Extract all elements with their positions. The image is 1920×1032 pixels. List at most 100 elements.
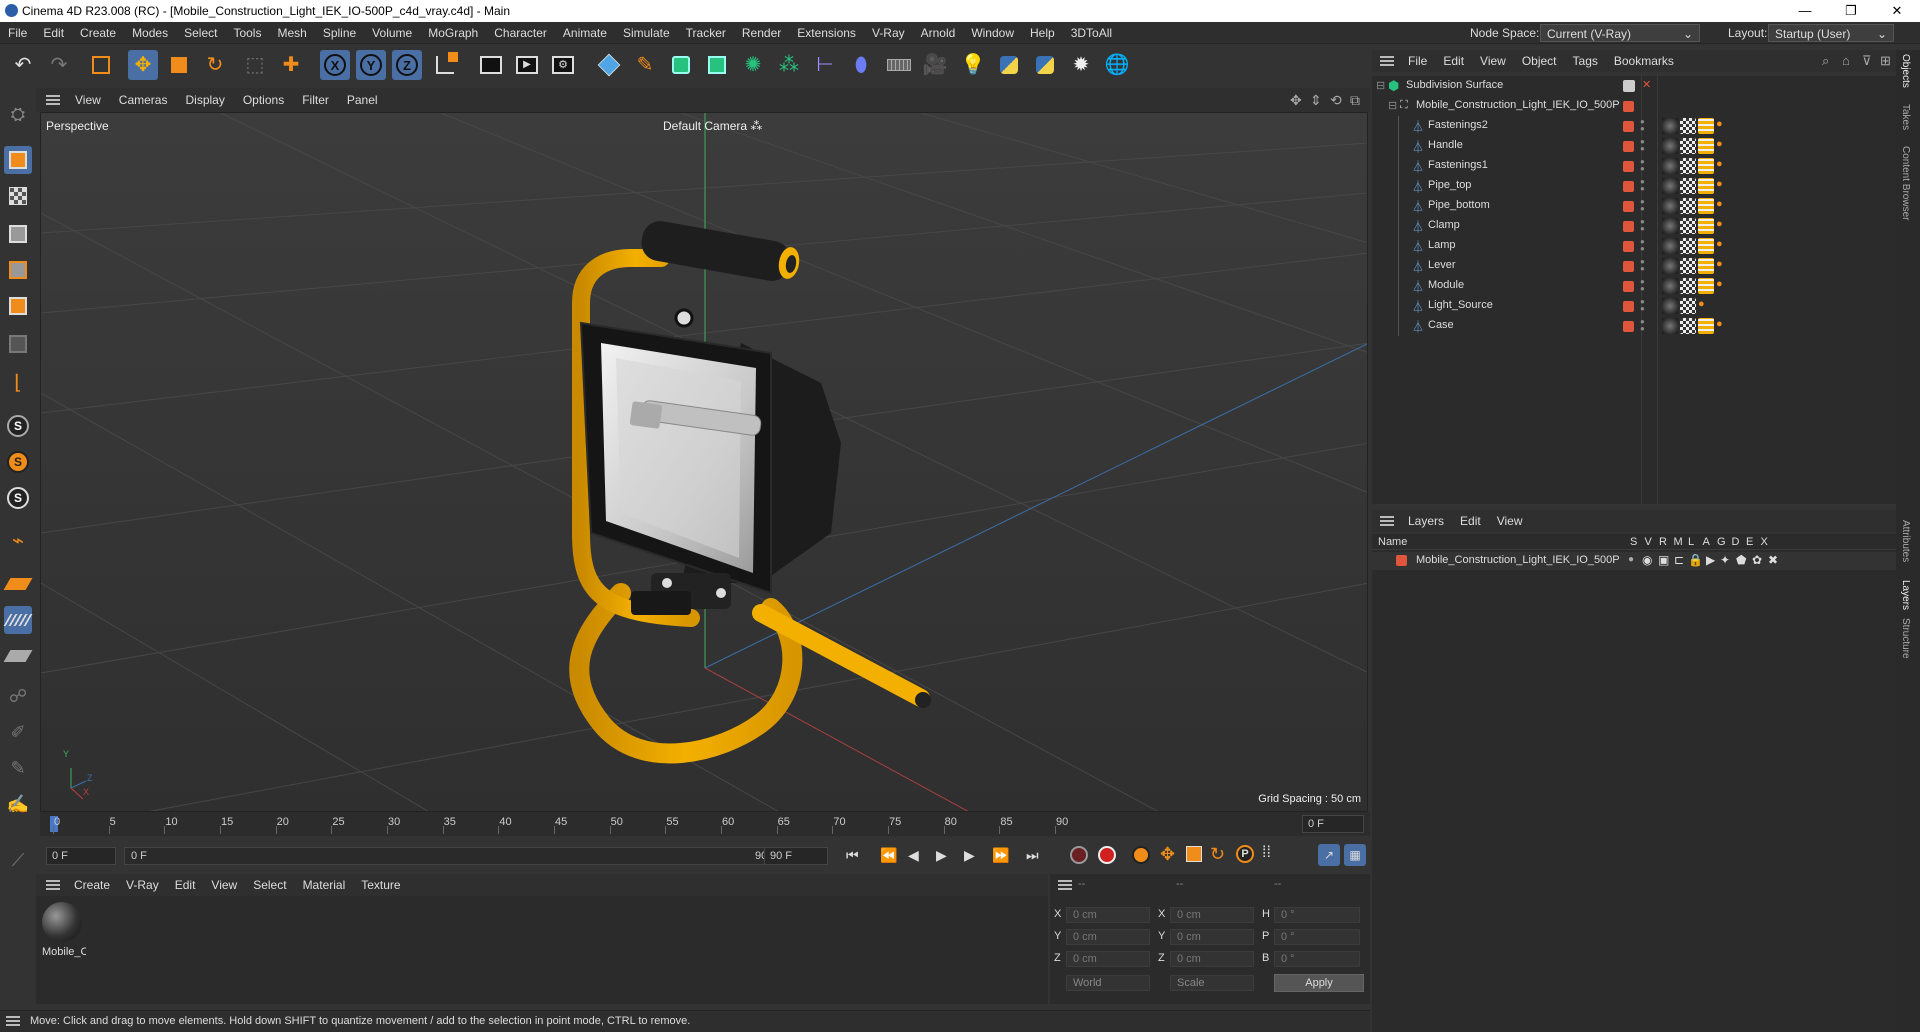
next-frame-icon[interactable]: ▶ xyxy=(964,847,975,864)
menu-character[interactable]: Character xyxy=(486,22,555,44)
paint-brush-icon[interactable]: ✐ xyxy=(4,718,32,746)
tab-layers[interactable]: Layers xyxy=(1900,580,1911,610)
size-y-field[interactable]: 0 cm xyxy=(1170,929,1254,945)
scale-tool-icon[interactable] xyxy=(164,50,194,80)
undo-icon[interactable]: ↶ xyxy=(8,50,38,80)
redo-icon[interactable]: ↷ xyxy=(44,50,74,80)
deformer-icon[interactable]: ⊢ xyxy=(810,50,840,80)
visibility-dots-icon[interactable]: ● ● xyxy=(1640,218,1645,233)
model-mode-icon[interactable] xyxy=(4,146,32,174)
menu-modes[interactable]: Modes xyxy=(124,22,176,44)
material-tag-icon[interactable] xyxy=(1662,258,1678,274)
uvw-tag-icon[interactable] xyxy=(1698,198,1714,214)
rotate-tool-icon[interactable]: ↻ xyxy=(200,50,230,80)
material-menu-vray[interactable]: V-Ray xyxy=(118,874,167,896)
viewport-menu-options[interactable]: Options xyxy=(234,88,293,112)
tree-row-child[interactable]: ⏃ Lamp ● ● ● xyxy=(1372,236,1896,256)
tree-row-child[interactable]: ⏃ Lever ● ● ● xyxy=(1372,256,1896,276)
snap-icon[interactable]: S xyxy=(4,412,32,440)
animation-icon[interactable]: ▶ xyxy=(1706,553,1715,567)
solo-icon[interactable]: ● xyxy=(1628,554,1634,565)
material-menu-view[interactable]: View xyxy=(203,874,245,896)
layer-flag-header[interactable]: G xyxy=(1717,536,1726,548)
cube-object-icon[interactable] xyxy=(594,50,624,80)
key-scale-icon[interactable] xyxy=(1186,846,1202,862)
material-menu-edit[interactable]: Edit xyxy=(167,874,204,896)
layout-dropdown[interactable]: Startup (User) ⌄ xyxy=(1768,24,1894,42)
pen-spline-icon[interactable]: ✎ xyxy=(630,50,660,80)
timeline-window-icon[interactable]: ▦ xyxy=(1344,844,1366,866)
material-tag-icon[interactable] xyxy=(1662,118,1678,134)
close-button[interactable]: ✕ xyxy=(1874,0,1920,22)
texture-tag-icon[interactable] xyxy=(1680,278,1696,294)
objects-hamburger-icon[interactable] xyxy=(1380,56,1394,66)
filter-icon[interactable]: ⊽ xyxy=(1862,53,1872,69)
layer-color-swatch[interactable] xyxy=(1623,241,1634,252)
xref-icon[interactable]: ✖ xyxy=(1768,553,1778,567)
menu-vray[interactable]: V-Ray xyxy=(864,22,913,44)
field-icon[interactable]: ⬮ xyxy=(846,50,876,80)
menu-edit[interactable]: Edit xyxy=(35,22,72,44)
tree-row-child[interactable]: ⏃ Case ● ● ● xyxy=(1372,316,1896,336)
layer-color-swatch[interactable] xyxy=(1623,221,1634,232)
end-frame-field[interactable]: 90 F xyxy=(764,847,828,865)
visibility-dots-icon[interactable]: ● ● xyxy=(1640,318,1645,333)
menu-window[interactable]: Window xyxy=(963,22,1022,44)
next-key-icon[interactable]: ⏩ xyxy=(992,847,1009,864)
minimize-button[interactable]: — xyxy=(1782,0,1828,22)
layer-color-swatch[interactable] xyxy=(1623,121,1634,132)
material-tag-icon[interactable] xyxy=(1662,298,1678,314)
material-tag-icon[interactable] xyxy=(1662,218,1678,234)
layer-color-swatch[interactable] xyxy=(1623,321,1634,332)
objects-menu-tags[interactable]: Tags xyxy=(1565,50,1606,72)
key-rotation-icon[interactable]: ↻ xyxy=(1210,844,1225,865)
vray-sky-icon[interactable]: 🌐 xyxy=(1102,50,1132,80)
pos-z-field[interactable]: 0 cm xyxy=(1066,951,1150,967)
menu-arnold[interactable]: Arnold xyxy=(913,22,964,44)
knife-tool-icon[interactable]: ⟋ xyxy=(4,846,32,874)
previous-key-icon[interactable]: ⏪ xyxy=(880,847,897,864)
current-frame-field-right[interactable]: 0 F xyxy=(1302,815,1364,833)
material-tag-icon[interactable] xyxy=(1662,138,1678,154)
texture-tag-icon[interactable] xyxy=(1680,118,1696,134)
visibility-dots-icon[interactable]: ● ● xyxy=(1640,258,1645,273)
new-window-icon[interactable]: ⊞ xyxy=(1880,53,1891,69)
material-tag-icon[interactable] xyxy=(1662,178,1678,194)
generators-icon[interactable]: ✦ xyxy=(1720,553,1730,567)
deformers-icon[interactable]: ⬟ xyxy=(1736,553,1746,567)
subdivision-generator-icon[interactable] xyxy=(666,50,696,80)
tree-row-subdivision-surface[interactable]: ⊟ ⬢ Subdivision Surface ✕ xyxy=(1372,76,1896,96)
layers-menu-view[interactable]: View xyxy=(1489,510,1531,532)
extrude-generator-icon[interactable] xyxy=(702,50,732,80)
python-generator-icon[interactable] xyxy=(1030,50,1060,80)
menu-tracker[interactable]: Tracker xyxy=(678,22,734,44)
coordinate-space-dropdown[interactable]: World xyxy=(1066,975,1150,991)
layer-flag-header[interactable]: V xyxy=(1645,536,1652,548)
rot-p-field[interactable]: 0 ° xyxy=(1274,929,1360,945)
layer-color-swatch[interactable] xyxy=(1623,181,1634,192)
menu-spline[interactable]: Spline xyxy=(315,22,364,44)
maximize-button[interactable]: ❐ xyxy=(1828,0,1874,22)
workplane-rotate-icon[interactable] xyxy=(3,642,33,670)
coordinate-system-icon[interactable] xyxy=(430,50,460,80)
size-z-field[interactable]: 0 cm xyxy=(1170,951,1254,967)
phong-tag-icon[interactable]: ● xyxy=(1716,218,1723,230)
status-hamburger-icon[interactable] xyxy=(6,1016,20,1026)
axis-mode-icon[interactable]: ⌊ xyxy=(4,368,32,396)
menu-create[interactable]: Create xyxy=(72,22,124,44)
magnet-tool-icon[interactable]: ⌁ xyxy=(4,526,32,554)
uvw-tag-icon[interactable] xyxy=(1698,278,1714,294)
layer-color-swatch[interactable] xyxy=(1623,301,1634,312)
layer-color-swatch[interactable] xyxy=(1623,281,1634,292)
layer-flag-header[interactable]: M xyxy=(1674,536,1683,548)
expressions-icon[interactable]: ✿ xyxy=(1752,553,1762,567)
snap-workplane-icon[interactable]: S xyxy=(4,484,32,512)
rot-b-field[interactable]: 0 ° xyxy=(1274,951,1360,967)
visible-eye-icon[interactable]: ◉ xyxy=(1642,553,1652,567)
smooth-brush-icon[interactable]: ✎ xyxy=(4,754,32,782)
move-tool-icon[interactable]: ✥ xyxy=(128,50,158,80)
coordinate-mode-dropdown[interactable]: Scale xyxy=(1170,975,1254,991)
objects-menu-bookmarks[interactable]: Bookmarks xyxy=(1606,50,1682,72)
lock-z-axis-button[interactable]: Z xyxy=(392,50,422,80)
layer-flag-header[interactable]: E xyxy=(1746,536,1753,548)
